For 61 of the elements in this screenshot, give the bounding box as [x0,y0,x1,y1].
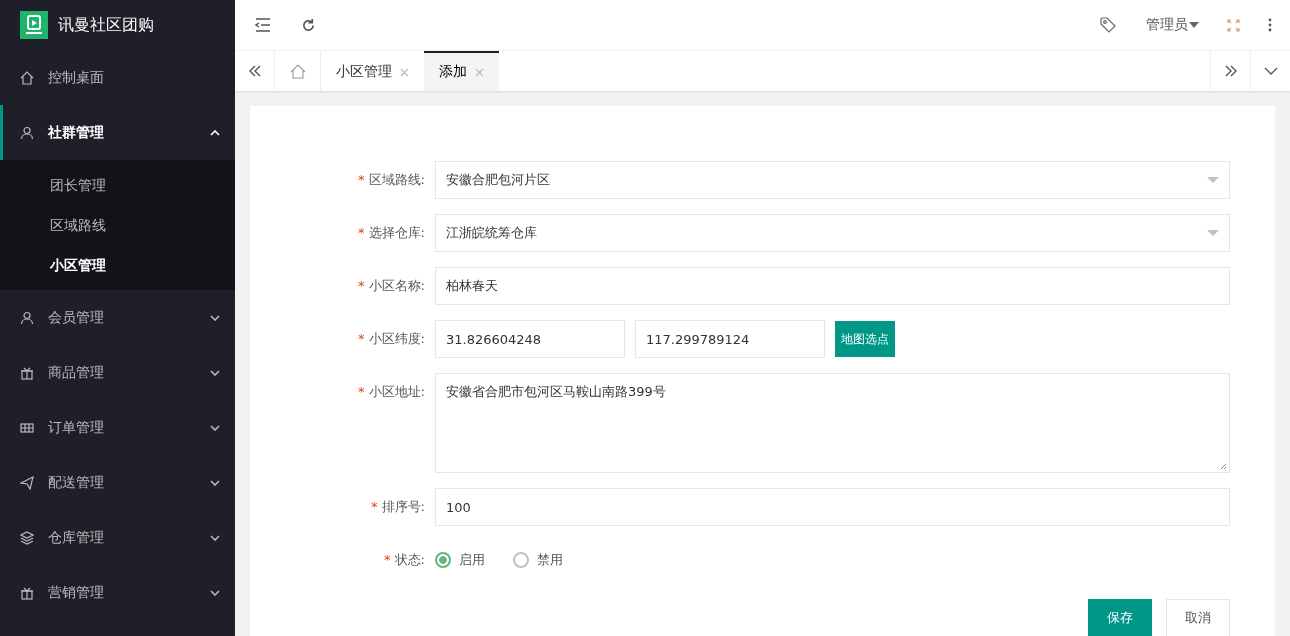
input-field[interactable]: 100 [435,488,1230,526]
gift-icon [20,585,34,600]
select-field[interactable]: 安徽合肥包河片区 [435,161,1230,199]
scroll-right-button[interactable] [1210,51,1250,91]
page-tab[interactable]: 小区管理 [321,51,424,91]
resize-grip-icon[interactable] [1220,463,1227,470]
refresh-icon[interactable] [301,17,316,33]
sidebar-subitem[interactable]: 团长管理 [0,165,235,205]
sidebar-item[interactable]: 商品管理 [0,345,235,400]
textarea-field[interactable]: 安徽省合肥市包河区马鞍山南路399号 [435,373,1230,473]
double-chevron-left-icon [247,65,262,77]
tab-options-button[interactable] [1250,51,1290,91]
input-field[interactable]: 31.826604248 [435,320,625,358]
caret-icon [1189,22,1199,28]
user-icon [20,125,34,140]
menu-collapse-icon[interactable] [255,18,271,32]
radio-option[interactable]: 启用 [435,551,485,569]
field-label: * 选择仓库: [357,224,425,242]
caret-icon [1207,230,1219,236]
field-label: * 小区纬度: [357,330,425,348]
paper-plane-icon [20,475,34,490]
cancel-button[interactable]: 取消 [1166,599,1230,636]
tag-icon[interactable] [1100,17,1116,33]
fullscreen-icon[interactable] [1227,18,1240,32]
close-icon[interactable] [400,67,409,77]
home-icon [20,70,34,85]
field-label: * 小区地址: [357,383,425,401]
close-icon[interactable] [475,67,484,77]
field-label: * 排序号: [370,498,425,516]
logo-icon [20,11,48,39]
more-icon[interactable] [1268,18,1272,32]
sidebar-item[interactable]: 配送管理 [0,455,235,510]
sidebar-subitem[interactable]: 小区管理 [0,245,235,285]
scroll-left-button[interactable] [235,51,275,91]
sidebar-item[interactable]: 控制桌面 [0,50,235,105]
home-icon [289,63,306,79]
home-tab[interactable] [275,51,321,91]
field-label: * 状态: [383,551,425,569]
sidebar-subitem[interactable]: 区域路线 [0,205,235,245]
double-chevron-right-icon [1223,65,1238,77]
layers-icon [20,530,34,545]
radio-option[interactable]: 禁用 [513,551,563,569]
input-field[interactable]: 柏林春天 [435,267,1230,305]
sidebar-item[interactable]: 营销管理 [0,565,235,620]
app-title: 讯曼社区团购 [58,14,154,36]
field-label: * 小区名称: [357,277,425,295]
sidebar-item[interactable]: 订单管理 [0,400,235,455]
page-tab[interactable]: 添加 [424,51,499,91]
caret-icon [1207,177,1219,183]
field-label: * 区域路线: [357,171,425,189]
select-field[interactable]: 江浙皖统筹仓库 [435,214,1230,252]
save-button[interactable]: 保存 [1088,599,1152,636]
user-icon [20,310,34,325]
chevron-down-icon [1263,67,1278,75]
user-menu[interactable]: 管理员 [1146,16,1199,34]
sidebar-item[interactable]: 仓库管理 [0,510,235,565]
input-field[interactable]: 117.299789124 [635,320,825,358]
grid-icon [20,420,34,435]
sidebar-item[interactable]: 会员管理 [0,290,235,345]
gift-icon [20,365,34,380]
map-pick-button[interactable]: 地图选点 [835,321,895,357]
